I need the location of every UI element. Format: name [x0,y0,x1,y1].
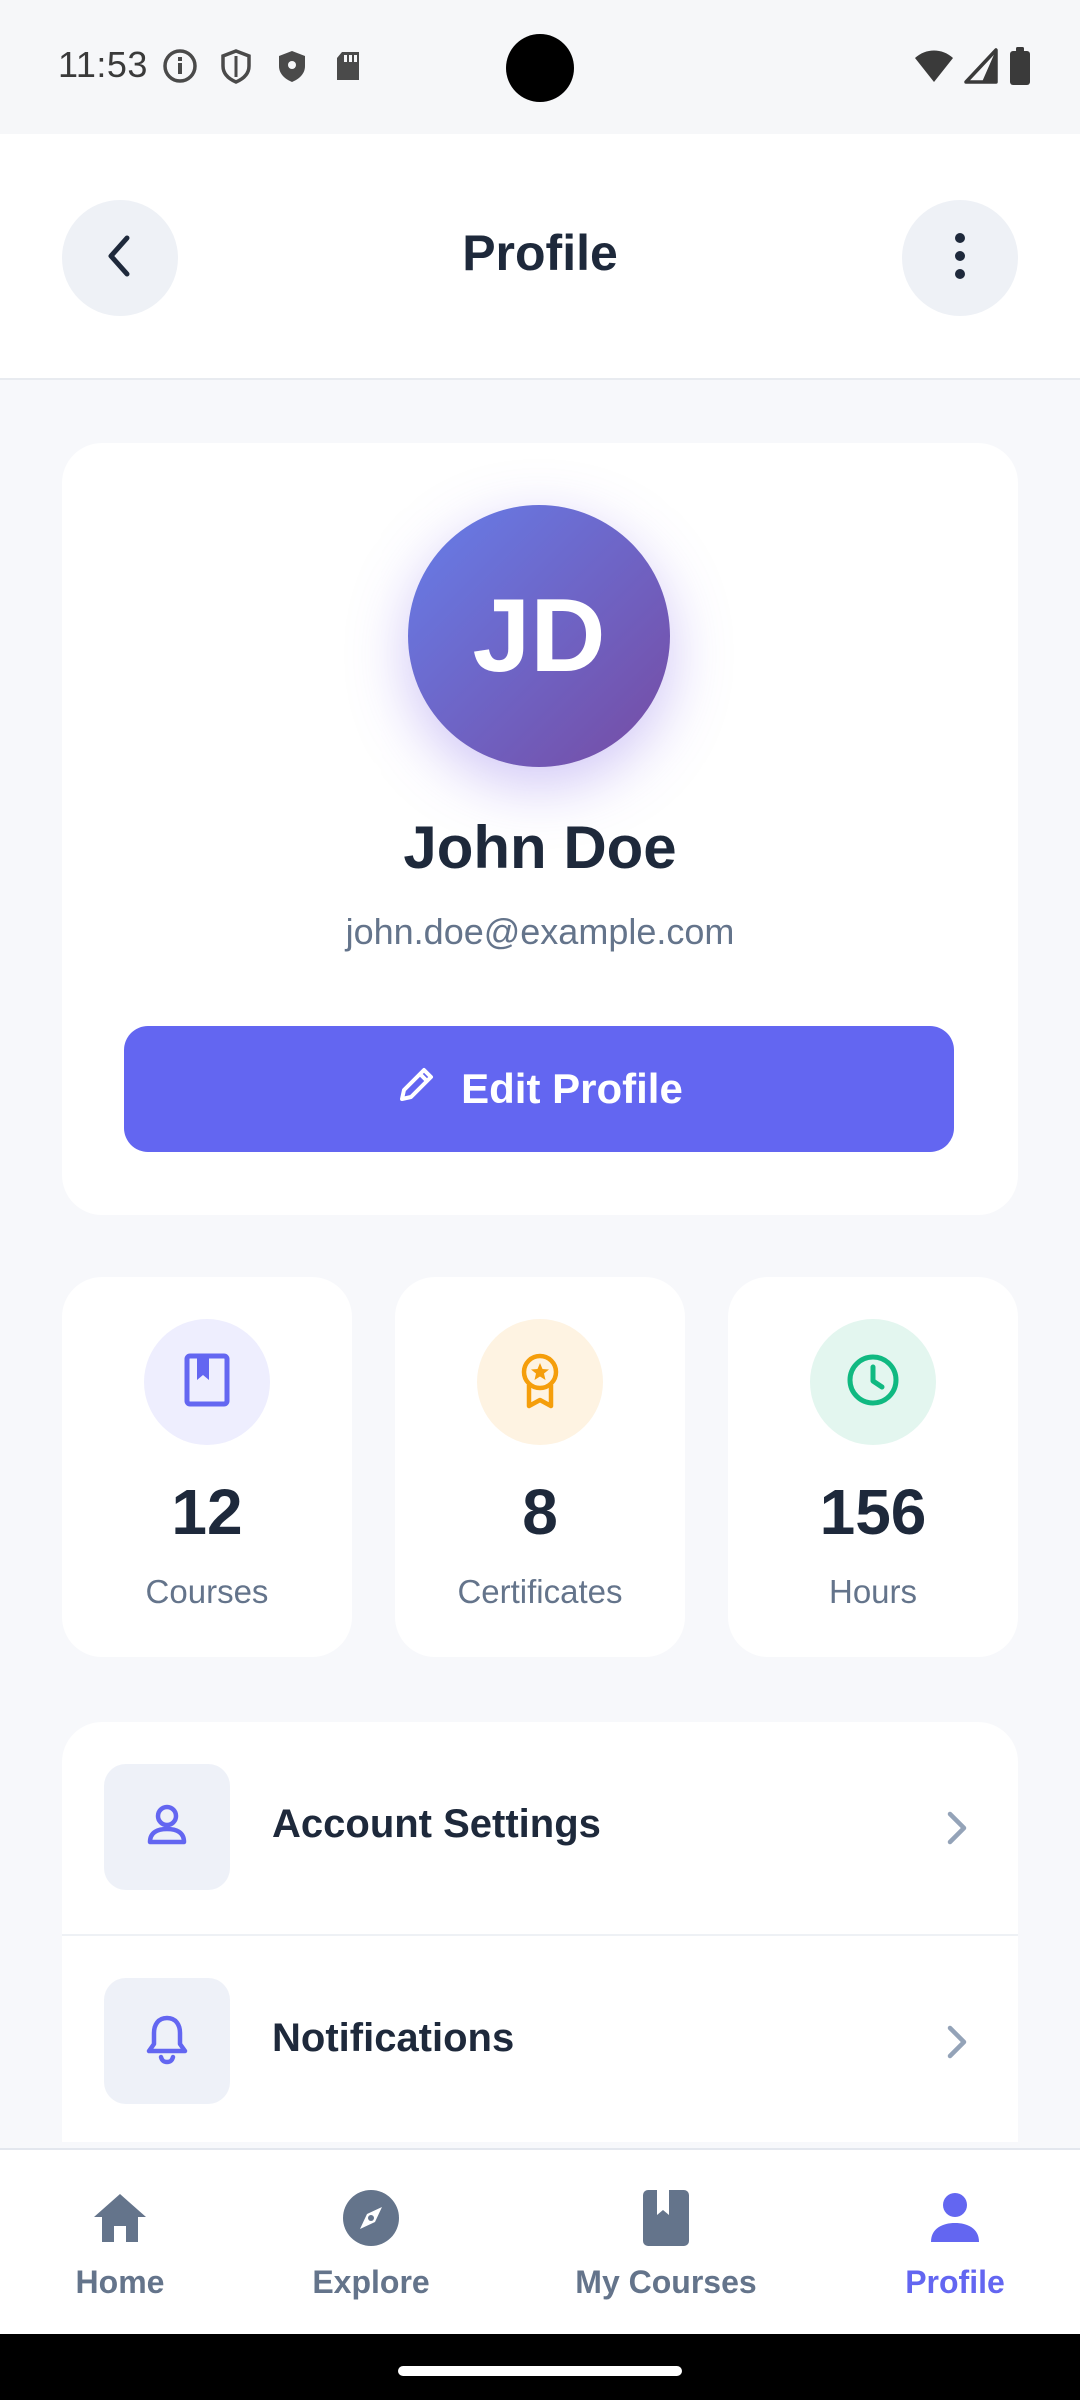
profile-card: JD John Doe john.doe@example.com Edit Pr… [62,443,1018,1215]
nav-label: My Courses [575,2264,757,2300]
camera-cutout [506,34,574,102]
edit-profile-button[interactable]: Edit Profile [124,1026,954,1152]
status-time: 11:53 [58,44,148,85]
nav-label: Profile [905,2264,1005,2300]
stat-card-certificates[interactable]: 8 Certificates [395,1277,685,1657]
stat-value: 156 [819,1476,927,1548]
stat-value: 12 [171,1476,243,1548]
book-icon [560,2186,772,2250]
battery-icon [1008,46,1032,91]
nav-label: Home [75,2264,165,2300]
stat-label: Certificates [457,1573,623,1610]
person-icon [880,2186,1030,2250]
profile-name: John Doe [403,814,677,881]
clock-icon [844,1351,902,1414]
edit-profile-label: Edit Profile [461,1065,683,1112]
nav-item-home[interactable]: Home [40,2186,200,2301]
home-gesture-handle[interactable] [398,2366,682,2376]
stat-label: Courses [145,1573,269,1610]
nav-item-profile[interactable]: Profile [880,2186,1030,2301]
avatar-initials: JD [472,577,606,694]
more-options-button[interactable] [902,200,1018,316]
bell-icon [142,2012,192,2071]
compass-icon [291,2186,451,2250]
status-icons-left [160,46,368,91]
avatar[interactable]: JD [408,505,670,767]
menu-icon-container [104,1764,230,1890]
stat-icon-container [144,1319,270,1445]
stat-icon-container [810,1319,936,1445]
chevron-right-icon [942,2020,972,2069]
pencil-icon [395,1062,439,1116]
shield-filled-icon [272,46,312,91]
status-bar: 11:53 [0,0,1080,134]
person-icon [142,1800,192,1855]
nav-item-explore[interactable]: Explore [291,2186,451,2301]
wifi-icon [914,48,954,89]
signal-icon [964,48,998,89]
profile-email: john.doe@example.com [345,911,735,952]
stat-value: 8 [522,1476,558,1548]
stat-icon-container [477,1319,603,1445]
award-icon [515,1350,565,1415]
chevron-right-icon [942,1806,972,1855]
home-icon [40,2186,200,2250]
info-icon [160,46,200,91]
profile-screen: 11:53 Profile JD John Doe john.doe@examp… [0,0,1080,2400]
menu-item-label: Account Settings [272,1802,601,1846]
menu-icon-container [104,1978,230,2104]
nav-item-my-courses[interactable]: My Courses [560,2186,772,2301]
app-bar: Profile [0,134,1080,380]
stat-card-hours[interactable]: 156 Hours [728,1277,1018,1657]
stat-card-courses[interactable]: 12 Courses [62,1277,352,1657]
sd-card-icon [328,46,368,91]
menu-item-label: Notifications [272,2016,515,2060]
gesture-navigation-area [0,2334,1080,2400]
book-icon [182,1352,232,1413]
more-vertical-icon [952,232,968,285]
menu-item-account-settings[interactable]: Account Settings [62,1722,1018,1934]
settings-menu: Account Settings Notifications [62,1722,1018,2142]
stat-label: Hours [828,1573,918,1610]
menu-item-notifications[interactable]: Notifications [62,1934,1018,2142]
status-icons-right [914,46,1032,91]
bottom-navigation: Home Explore My Courses Profile [0,2148,1080,2336]
nav-label: Explore [312,2264,430,2300]
shield-outline-icon [216,46,256,91]
